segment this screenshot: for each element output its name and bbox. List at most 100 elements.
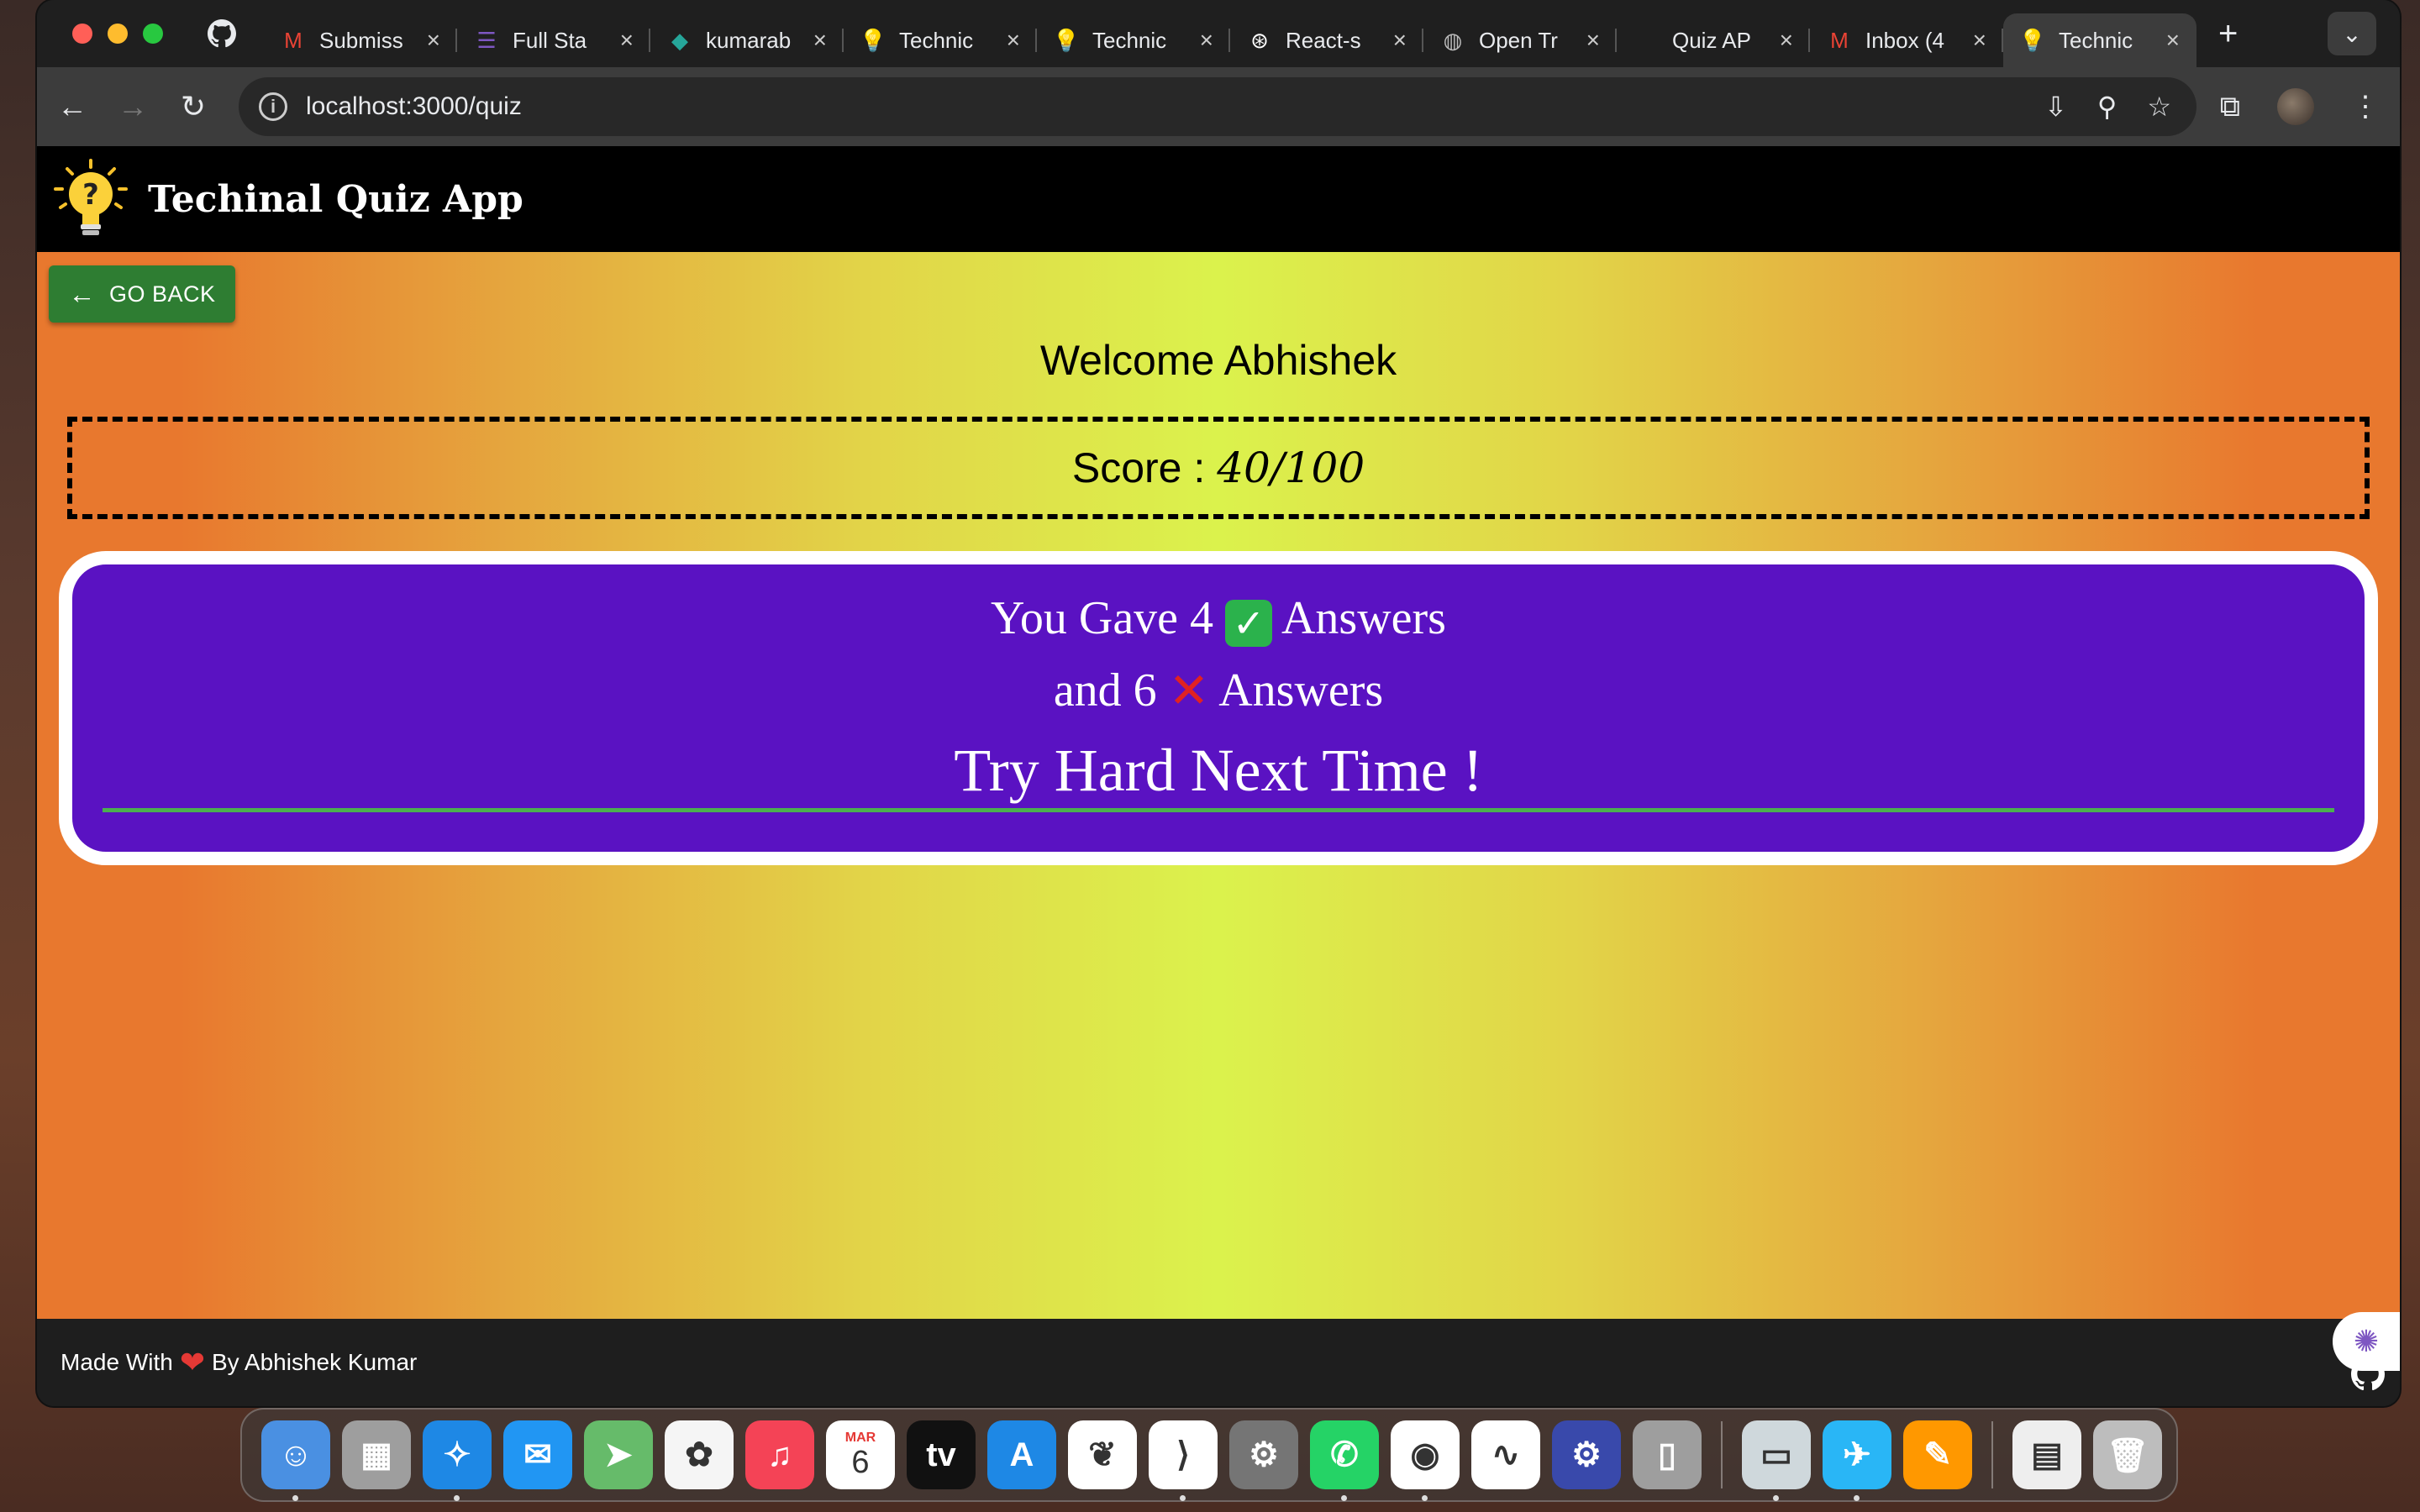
close-window-button[interactable] [72,24,92,44]
iphone-mirror-icon[interactable]: ▯ [1633,1420,1702,1489]
browser-tab[interactable]: Quiz AP × [1617,13,1810,67]
tab-label: Quiz AP [1672,27,1751,53]
running-indicator [1773,1495,1779,1501]
site-info-icon[interactable]: i [259,92,287,121]
footer-author: By Abhishek Kumar [212,1349,418,1375]
menu-kebab-icon[interactable]: ⋮ [2351,90,2380,123]
pinned-tab-github[interactable] [197,19,247,48]
minimize-window-button[interactable] [108,24,128,44]
dock-glyph: ✎ [1923,1436,1952,1473]
forward-button[interactable]: → [108,81,158,132]
browser-tab[interactable]: ☰ Full Sta × [457,13,650,67]
check-mark-icon: ✓ [1225,600,1273,647]
photos-icon[interactable]: ✿ [665,1420,734,1489]
new-tab-button[interactable]: + [2218,15,2238,53]
dock-separator [1991,1421,1993,1488]
browser-tab[interactable]: ⊛ React-s × [1230,13,1423,67]
running-indicator [1854,1495,1860,1501]
dock-glyph: ✆ [1330,1436,1359,1473]
app-header: ? Techinal Quiz App [37,146,2400,252]
toolbar-actions: ⧉ ⋮ [2220,67,2380,146]
telegram-icon[interactable]: ✈ [1823,1420,1891,1501]
music-icon[interactable]: ♫ [745,1420,814,1489]
browser-tab[interactable]: M Submiss × [264,13,457,67]
close-tab-icon[interactable]: × [1200,27,1213,54]
tab-label: Inbox (4 [1865,27,1944,53]
pages-icon[interactable]: ✎ [1903,1420,1972,1489]
back-button[interactable]: ← [47,81,97,132]
close-tab-icon[interactable]: × [1586,27,1600,54]
browser-tab[interactable]: 💡 Technic × [2003,13,2196,67]
browser-tab[interactable]: 💡 Technic × [844,13,1037,67]
lightbulb-question-icon: ? [54,159,128,235]
dock-glyph: ✉ [523,1436,552,1473]
close-tab-icon[interactable]: × [1973,27,1986,54]
close-tab-icon[interactable]: × [2166,27,2180,54]
bookmark-star-icon[interactable]: ☆ [2147,91,2171,123]
close-tab-icon[interactable]: × [1393,27,1407,54]
close-tab-icon[interactable]: × [813,27,827,54]
close-tab-icon[interactable]: × [1780,27,1793,54]
freeform-icon[interactable]: ∿ [1471,1420,1540,1489]
dock-glyph: A [1009,1436,1034,1473]
browser-toolbar: ← → ↻ i localhost:3000/quiz ⇩ ⚲ ☆ ⧉ ⋮ [37,67,2400,146]
whatsapp-icon[interactable]: ✆ [1310,1420,1379,1501]
close-tab-icon[interactable]: × [620,27,634,54]
chevron-down-icon: ⌄ [2342,20,2362,47]
footer-made-with: Made With [60,1349,173,1375]
close-tab-icon[interactable]: × [1007,27,1020,54]
app-footer: Made With ❤ By Abhishek Kumar ✺ [37,1312,2400,1406]
browser-tab[interactable]: M Inbox (4 × [1810,13,2003,67]
finder-icon[interactable]: ☺ [261,1420,330,1501]
running-indicator [292,1495,298,1501]
brain-icon: ✺ [2353,1324,2380,1358]
browser-tab[interactable]: ◍ Open Tr × [1423,13,1617,67]
gearapp-icon[interactable]: ⚙ [1552,1420,1621,1489]
running-indicator [454,1495,460,1501]
extensions-icon[interactable]: ⧉ [2220,91,2240,123]
dock-glyph: ▭ [1760,1436,1792,1473]
launchpad-icon[interactable]: ▦ [342,1420,411,1489]
chrome-icon[interactable]: ◉ [1391,1420,1460,1501]
profile-avatar[interactable] [2277,88,2314,125]
gmail-icon: M [1830,27,1849,53]
maps-icon[interactable]: ➤ [584,1420,653,1489]
bulb-icon: 💡 [2018,27,2047,53]
mongodb-icon[interactable]: ❦ [1068,1420,1137,1489]
zoom-icon[interactable]: ⚲ [2097,91,2117,123]
settings-icon[interactable]: ⚙ [1229,1420,1298,1489]
github-icon[interactable] [2351,1357,2385,1391]
calendar-month: MAR [844,1431,876,1445]
wrong-answers-text: and 6 [1053,664,1157,717]
heart-icon: ❤ [179,1345,205,1379]
appstore-icon[interactable]: A [987,1420,1056,1489]
arrow-left-icon: ← [68,278,96,309]
go-back-label: GO BACK [108,281,216,307]
zoom-window-button[interactable] [143,24,163,44]
preview-icon[interactable]: ▭ [1742,1420,1811,1501]
tab-label: Submiss [319,27,403,53]
dock-glyph: ☺ [278,1436,313,1473]
result-divider [103,808,2334,812]
close-tab-icon[interactable]: × [427,27,440,54]
browser-tab[interactable]: ◆ kumarab × [650,13,844,67]
docx-icon[interactable]: ▤ [2012,1420,2081,1489]
reload-button[interactable]: ↻ [168,81,218,132]
quiz-result-area: ← GO BACK Welcome Abhishek Score : 40/10… [37,252,2400,1319]
go-back-button[interactable]: ← GO BACK [49,265,235,323]
address-bar[interactable]: i localhost:3000/quiz ⇩ ⚲ ☆ [239,77,2196,136]
tab-label: Technic [1092,27,1167,53]
tab-search-button[interactable]: ⌄ [2328,12,2376,55]
mail-icon[interactable]: ✉ [503,1420,572,1489]
correct-answers-suffix: Answers [1281,592,1446,644]
bulb-icon: 💡 [859,27,887,53]
calendar-icon[interactable]: MAR 6 [826,1420,895,1489]
browser-tab[interactable]: 💡 Technic × [1037,13,1230,67]
tab-label: Full Sta [513,27,587,53]
vscode-icon[interactable]: ⟩ [1149,1420,1218,1501]
address-url[interactable]: localhost:3000/quiz [306,92,522,121]
trash-icon[interactable]: 🗑 [2093,1420,2162,1489]
install-app-icon[interactable]: ⇩ [2044,91,2067,123]
tv-icon[interactable]: tv [907,1420,976,1489]
safari-icon[interactable]: ✧ [423,1420,492,1501]
